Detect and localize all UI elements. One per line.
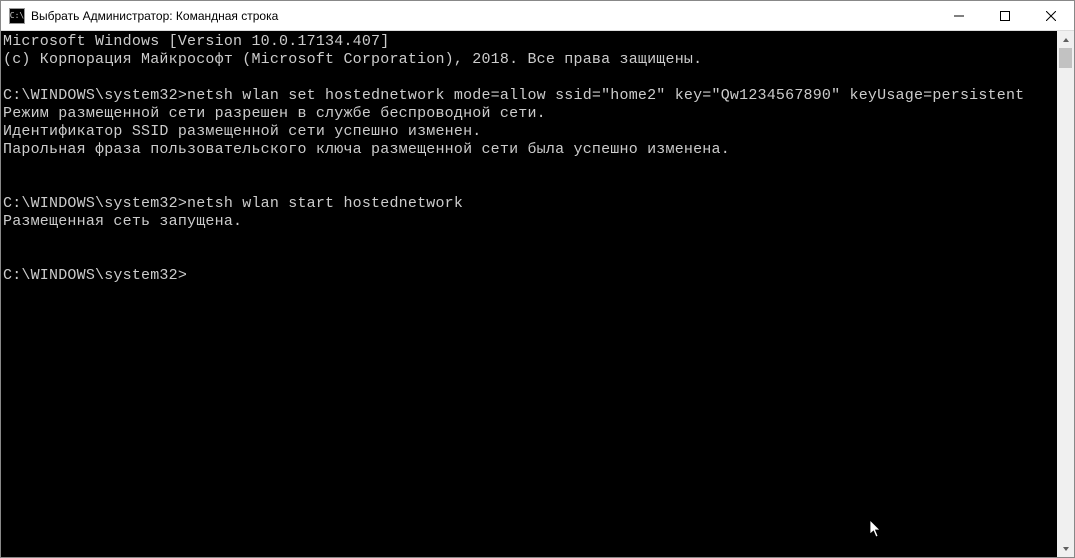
close-icon <box>1046 11 1056 21</box>
command-prompt-window: C:\ Выбрать Администратор: Командная стр… <box>0 0 1075 558</box>
minimize-button[interactable] <box>936 1 982 30</box>
client-area: Microsoft Windows [Version 10.0.17134.40… <box>1 31 1074 557</box>
scrollbar-up-button[interactable] <box>1057 31 1074 48</box>
console-output[interactable]: Microsoft Windows [Version 10.0.17134.40… <box>1 31 1057 557</box>
vertical-scrollbar[interactable] <box>1057 31 1074 557</box>
scrollbar-thumb[interactable] <box>1059 48 1072 68</box>
window-title: Выбрать Администратор: Командная строка <box>31 9 936 23</box>
app-icon: C:\ <box>9 8 25 24</box>
titlebar[interactable]: C:\ Выбрать Администратор: Командная стр… <box>1 1 1074 31</box>
window-controls <box>936 1 1074 30</box>
chevron-down-icon <box>1062 545 1070 553</box>
scrollbar-down-button[interactable] <box>1057 540 1074 557</box>
maximize-button[interactable] <box>982 1 1028 30</box>
close-button[interactable] <box>1028 1 1074 30</box>
app-icon-label: C:\ <box>10 11 24 20</box>
maximize-icon <box>1000 11 1010 21</box>
chevron-up-icon <box>1062 36 1070 44</box>
minimize-icon <box>954 11 964 21</box>
